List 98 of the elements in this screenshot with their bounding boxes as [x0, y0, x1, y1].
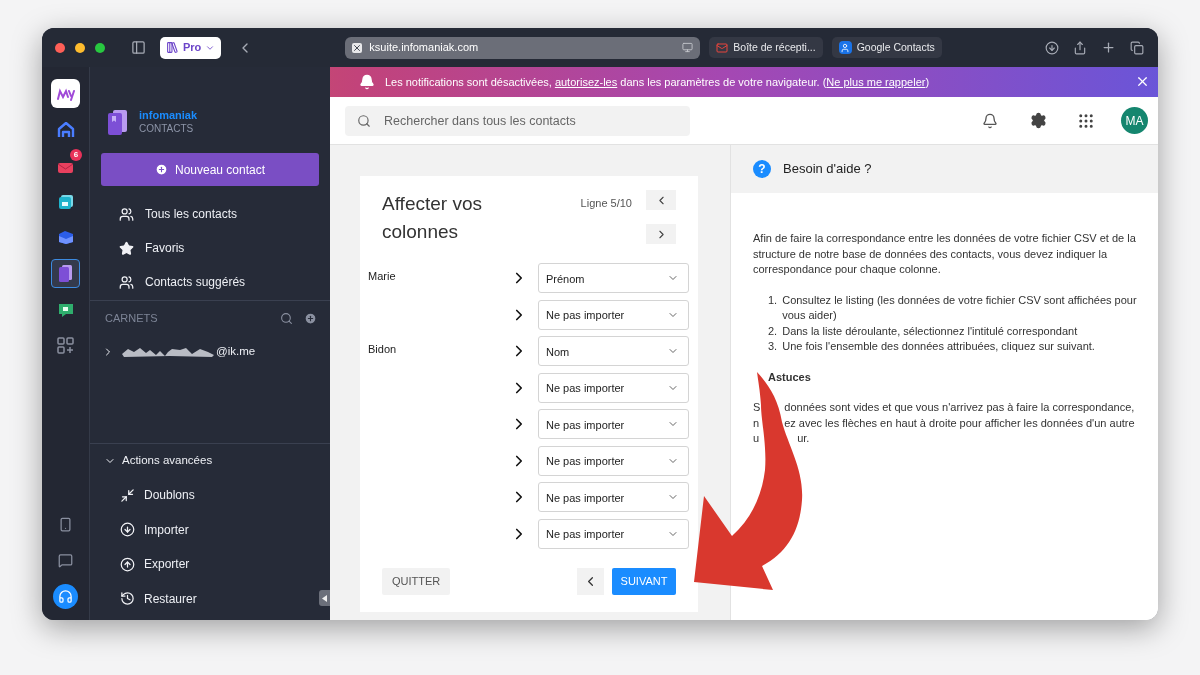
- apps-grid-icon[interactable]: [1077, 111, 1095, 130]
- people-icon: [119, 274, 134, 290]
- mapping-title: Affecter vos colonnes: [382, 192, 483, 244]
- source-value: Marie: [368, 269, 397, 284]
- tips-text: n: [753, 415, 760, 431]
- column-select[interactable]: Ne pas importer: [538, 445, 689, 476]
- column-select[interactable]: Nom: [538, 336, 689, 366]
- step-number: 1.: [768, 292, 778, 308]
- help-title: Besoin d'aide ?: [783, 160, 872, 179]
- add-apps-icon[interactable]: [57, 337, 74, 354]
- section-title: CARNETS: [105, 310, 159, 326]
- next-line-button[interactable]: [646, 224, 676, 244]
- sidebar-item[interactable]: Exporter: [90, 547, 316, 582]
- sidebar-toggle-icon[interactable]: [131, 40, 146, 55]
- sidebar-item[interactable]: Tous les contacts: [90, 197, 330, 231]
- history-icon: [120, 591, 135, 607]
- line-counter: Ligne 5/10: [580, 196, 632, 211]
- tips-title: Astuces: [767, 369, 812, 385]
- close-window-button[interactable]: [55, 42, 65, 53]
- collapse-handle[interactable]: [319, 590, 330, 606]
- search-icon[interactable]: [280, 311, 293, 325]
- calendar-icon[interactable]: [57, 193, 74, 210]
- sidebar-item[interactable]: Importer: [90, 512, 316, 547]
- quit-button[interactable]: QUITTER: [382, 567, 451, 595]
- column-select[interactable]: Ne pas importer: [538, 372, 689, 403]
- column-select[interactable]: Ne pas importer: [538, 409, 689, 439]
- help-intro: Afin de faire la correspondance entre les données de votre fichier CSV et de la structure de notre base de données des contacts, vous devez indiquer la correspondance pour chaque colonne.: [753, 231, 1137, 277]
- column-select[interactable]: Ne pas importer: [538, 299, 689, 330]
- tips-text: ur.: [796, 431, 810, 446]
- mail-icon: [716, 41, 729, 54]
- tips-text: S: [753, 400, 761, 415]
- step-number: 2.: [768, 323, 778, 339]
- dismiss-link[interactable]: Ne plus me rappeler: [826, 75, 926, 88]
- phone-icon[interactable]: [58, 517, 73, 532]
- settings-icon[interactable]: [1030, 112, 1047, 129]
- column-select[interactable]: Ne pas importer: [538, 482, 689, 512]
- product-name: CONTACTS: [139, 122, 195, 135]
- plus-icon: [154, 163, 168, 176]
- sidebar-item[interactable]: Contacts suggérés: [90, 265, 330, 299]
- contacts-icon: [838, 41, 852, 54]
- merge-icon: [120, 487, 135, 503]
- home-icon[interactable]: [56, 121, 75, 138]
- notifications-icon[interactable]: [982, 112, 998, 129]
- close-icon[interactable]: [1135, 74, 1150, 89]
- video-chat-icon[interactable]: [57, 301, 74, 318]
- user-avatar[interactable]: MA: [1121, 107, 1148, 134]
- address-book-email: @ik.me: [216, 344, 256, 360]
- address-bar[interactable]: ksuite.infomaniak.com: [345, 36, 701, 59]
- step-number: 3.: [768, 339, 778, 354]
- books-icon: [166, 41, 179, 54]
- app-logo[interactable]: [51, 79, 80, 108]
- unread-badge: 6: [70, 149, 82, 161]
- star-icon: [119, 240, 134, 256]
- download-icon: [120, 522, 135, 538]
- sidebar-item[interactable]: Doublons: [90, 478, 316, 513]
- upload-icon: [120, 556, 135, 572]
- source-value: Bidon: [368, 342, 398, 357]
- book-icon[interactable]: [59, 265, 72, 282]
- headset-icon: [58, 589, 73, 604]
- tips-text: données sont vides et que vous n'arrivez pas à faire la correspondance,: [783, 400, 1135, 415]
- address-book-item[interactable]: @ik.me: [90, 335, 330, 369]
- back-button[interactable]: [577, 567, 604, 595]
- url-text: ksuite.infomaniak.com: [369, 40, 480, 56]
- allow-link[interactable]: autorisez-les: [554, 75, 618, 88]
- profile-button[interactable]: Pro: [160, 36, 222, 59]
- folder-icon[interactable]: [56, 230, 75, 245]
- download-icon[interactable]: [1045, 40, 1059, 55]
- new-tab-icon[interactable]: [1101, 40, 1116, 55]
- banner-message: Les notifications sont désactivées, autorisez-les dans les paramètres de votre navigateur. (Ne plus me rappeler): [384, 74, 930, 90]
- search-icon: [357, 113, 371, 128]
- column-select[interactable]: Prénom: [538, 263, 689, 293]
- support-button[interactable]: [53, 584, 78, 609]
- minimize-window-button[interactable]: [75, 42, 85, 53]
- add-icon[interactable]: [304, 311, 317, 325]
- help-step: Dans la liste déroulante, sélectionnez l'intitulé correspondant: [782, 323, 1078, 339]
- browser-tab[interactable]: Boîte de récepti...: [709, 37, 823, 58]
- sidebar-item[interactable]: Restaurer: [90, 581, 316, 616]
- new-contact-button[interactable]: Nouveau contact: [101, 153, 319, 186]
- tips-text: u: [753, 431, 760, 446]
- bell-icon: [358, 74, 375, 90]
- site-icon: [352, 42, 363, 53]
- help-icon: ?: [753, 160, 771, 178]
- help-step: Consultez le listing (les données de votre fichier CSV sont affichées pour vous aider): [782, 292, 1148, 324]
- tips-text: ez avec les flèches en haut à droite pour afficher les données d'un autre: [783, 415, 1135, 431]
- help-step: Une fois l'ensemble des données attribuées, cliquez sur suivant.: [782, 339, 1095, 355]
- brand-name: infomaniak: [139, 109, 198, 122]
- share-icon[interactable]: [1073, 40, 1087, 55]
- advanced-actions-header[interactable]: Actions avancées: [90, 444, 330, 478]
- chat-icon[interactable]: [58, 553, 73, 568]
- zoom-window-button[interactable]: [95, 42, 105, 53]
- column-select[interactable]: Ne pas importer: [538, 518, 689, 549]
- people-icon: [119, 206, 134, 222]
- previous-line-button[interactable]: [646, 190, 676, 210]
- browser-tab[interactable]: Google Contacts: [831, 37, 942, 58]
- sidebar-item[interactable]: Favoris: [90, 231, 330, 265]
- search-field[interactable]: Rechercher dans tous les contacts: [345, 105, 690, 136]
- tabs-overview-icon[interactable]: [1130, 40, 1144, 55]
- book-icon: [108, 109, 127, 135]
